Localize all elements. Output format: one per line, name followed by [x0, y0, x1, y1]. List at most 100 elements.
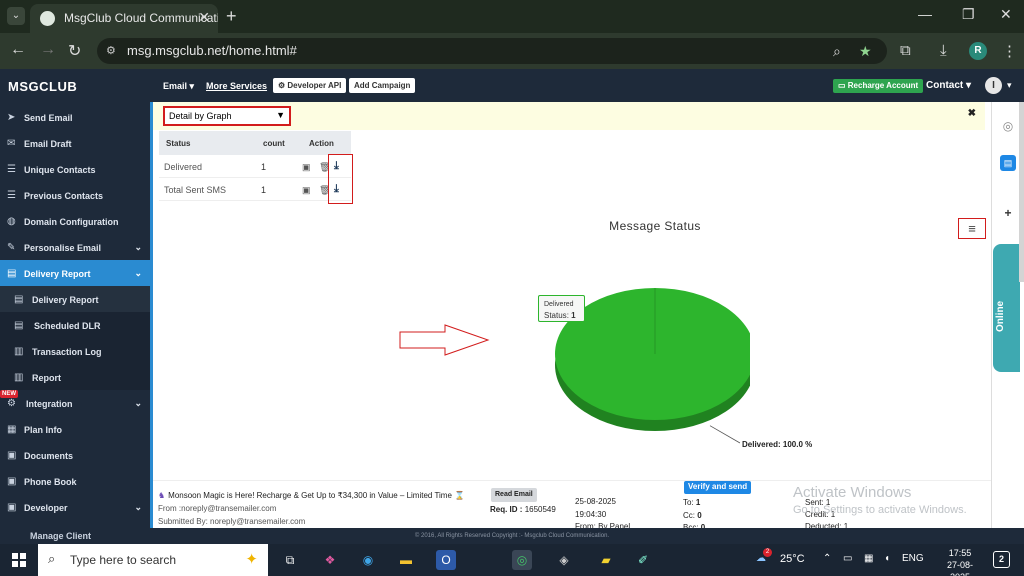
taskbar-search[interactable]: ⌕ Type here to search ✦	[38, 544, 268, 576]
sidebar-item-label: Personalise Email	[24, 243, 102, 253]
sidebar-item-domain-configuration[interactable]: ◍ Domain Configuration	[0, 208, 150, 234]
sidebar-subitem-scheduled-dlr[interactable]: ▤ Scheduled DLR	[0, 312, 150, 338]
browser-menu-icon[interactable]: ⋮	[1002, 42, 1017, 60]
online-chat-tab[interactable]: Online	[993, 244, 1020, 372]
forward-icon[interactable]: →	[40, 41, 56, 59]
clock-time: 17:55	[948, 548, 972, 558]
sidebar-item-label: Email Draft	[24, 139, 72, 149]
back-icon[interactable]: ←	[10, 41, 26, 59]
sidebar: ➤ Send Email ✉ Email Draft ☰ Unique Contact…	[0, 102, 150, 528]
browser-profile-avatar[interactable]: R	[969, 42, 987, 60]
notification-icon[interactable]: 2	[993, 551, 1010, 568]
reload-icon[interactable]: ↻	[68, 41, 81, 61]
sidebar-item-plan-info[interactable]: ▦ Plan Info	[0, 416, 150, 442]
add-campaign-button[interactable]: Add Campaign	[349, 78, 416, 93]
sidebar-item-manage-client[interactable]: Manage Client	[0, 528, 150, 544]
support-icon[interactable]: ◎	[1000, 118, 1016, 134]
clock[interactable]: 17:55 27-08-2025	[940, 547, 980, 576]
close-icon[interactable]: ✖	[968, 108, 976, 119]
file-explorer-icon[interactable]: ▬	[396, 550, 416, 570]
downloads-icon[interactable]: ⤓	[940, 42, 947, 59]
sticky-notes-icon[interactable]: ▰	[596, 550, 616, 570]
notes-icon[interactable]: ▤	[1000, 155, 1016, 171]
chrome-icon[interactable]: ◎	[512, 550, 532, 570]
windows-start-icon[interactable]	[12, 553, 26, 567]
count-cell: 1	[261, 185, 267, 195]
promo-banner: ♞ Monsoon Magic is Here! Recharge & Get U…	[158, 491, 465, 500]
cc-value: 0	[697, 511, 702, 520]
add-icon[interactable]: +	[1000, 205, 1016, 221]
minimize-icon[interactable]: —	[918, 6, 932, 22]
email-menu[interactable]: Email ▾	[163, 81, 194, 92]
sidebar-item-email-draft[interactable]: ✉ Email Draft	[0, 130, 150, 156]
sidebar-item-personalise-email[interactable]: ✎ Personalise Email ⌄	[0, 234, 150, 260]
edge-icon[interactable]: ◉	[358, 550, 378, 570]
sidebar-item-delivery-report[interactable]: ▤ Delivery Report ⌄	[0, 260, 150, 286]
sidebar-item-integration[interactable]: NEW ⚙ Integration ⌄	[0, 390, 150, 416]
read-email-button[interactable]: Read Email	[491, 488, 537, 502]
more-services-link[interactable]: More Services	[206, 81, 267, 91]
sidebar-item-phone-book[interactable]: ▣ Phone Book	[0, 468, 150, 494]
verify-and-send-button[interactable]: Verify and send	[684, 481, 752, 494]
table-row: Delivered 1 ▣ 🗑	[159, 155, 351, 178]
site-info-icon[interactable]: ⚙	[106, 44, 116, 57]
tab-search-icon[interactable]: ⌄	[7, 7, 25, 25]
submitted-by: Submitted By: noreply@transemailer.com	[158, 517, 306, 526]
sidebar-item-previous-contacts[interactable]: ☰ Previous Contacts	[0, 182, 150, 208]
sidebar-subitem-delivery-report[interactable]: ▤ Delivery Report	[0, 286, 150, 312]
meet-icon[interactable]: ▭	[843, 553, 852, 564]
outlook-icon[interactable]: O	[436, 550, 456, 570]
download-icon[interactable]: ⤓	[334, 183, 339, 196]
address-bar[interactable]: ⚙ msg.msgclub.net/home.html# ⌕ ★	[97, 38, 887, 64]
table-row: Total Sent SMS 1 ▣ 🗑	[159, 178, 351, 201]
developer-icon: ▣	[7, 502, 17, 513]
developer-api-button[interactable]: ⚙ Developer API	[273, 78, 347, 93]
sidebar-item-documents[interactable]: ▣ Documents	[0, 442, 150, 468]
user-avatar[interactable]: I	[985, 77, 1002, 94]
download-icon[interactable]: ⤓	[334, 160, 339, 173]
contact-menu[interactable]: Contact ▾	[926, 80, 971, 91]
tab-close-icon[interactable]: ✕	[198, 9, 210, 26]
tab-title: MsgClub Cloud Communication	[64, 11, 218, 25]
page-scrollbar[interactable]	[1019, 102, 1024, 282]
weather-temp[interactable]: 25°C	[780, 553, 805, 565]
sidebar-item-label: Documents	[24, 451, 74, 461]
copilot-icon[interactable]: ❖	[320, 550, 340, 570]
slice-connector	[709, 425, 741, 444]
sidebar-subitem-transaction-log[interactable]: ▥ Transaction Log	[0, 338, 150, 364]
to-value: 1	[695, 498, 701, 507]
clock-date: 27-08-2025	[946, 560, 973, 576]
paint-icon[interactable]: ✐	[633, 550, 653, 570]
url-text: msg.msgclub.net/home.html#	[127, 43, 297, 58]
sidebar-item-label: Phone Book	[24, 477, 77, 487]
sidebar-item-unique-contacts[interactable]: ☰ Unique Contacts	[0, 156, 150, 182]
app-icon[interactable]: ◈	[554, 550, 574, 570]
extensions-icon[interactable]: ⧉	[900, 42, 911, 59]
browser-tab[interactable]: MsgClub Cloud Communication ✕	[30, 4, 218, 33]
new-tab-icon[interactable]: +	[226, 6, 237, 27]
sidebar-subitem-report[interactable]: ▥ Report	[0, 364, 150, 390]
language-indicator[interactable]: ENG	[902, 553, 924, 564]
task-view-icon[interactable]: ⧉	[280, 550, 300, 570]
sidebar-item-send-email[interactable]: ➤ Send Email	[0, 104, 150, 130]
contact-card-icon[interactable]: ▣	[302, 185, 311, 196]
brand-logo[interactable]: MSGCLUB	[8, 79, 77, 94]
bookmark-star-icon[interactable]: ★	[859, 43, 872, 60]
sidebar-item-developer[interactable]: ▣ Developer ⌄	[0, 494, 150, 520]
chart-menu-icon[interactable]: ≡	[958, 218, 986, 239]
recharge-account-button[interactable]: ▭ Recharge Account	[833, 79, 924, 93]
zoom-icon[interactable]: ⌕	[833, 43, 841, 60]
contact-card-icon[interactable]: ▣	[302, 162, 311, 173]
detail-view-select[interactable]: Detail by Graph ▼	[163, 106, 291, 126]
network-icon[interactable]: ▦	[864, 553, 873, 564]
restore-icon[interactable]: ❐	[962, 6, 975, 23]
from-address: From :noreply@transemailer.com	[158, 504, 277, 513]
req-id-label: Req. ID :	[490, 505, 523, 514]
copilot-sparkle-icon: ✦	[245, 551, 258, 568]
chevron-down-icon: ⌄	[134, 398, 142, 408]
chevron-up-icon[interactable]: ⌃	[823, 553, 831, 564]
tooltip-value: Status: 1	[544, 311, 576, 320]
volume-icon[interactable]: ◖	[884, 553, 890, 564]
chevron-down-icon[interactable]: ▾	[1007, 80, 1012, 91]
window-close-icon[interactable]: ✕	[1000, 6, 1012, 23]
